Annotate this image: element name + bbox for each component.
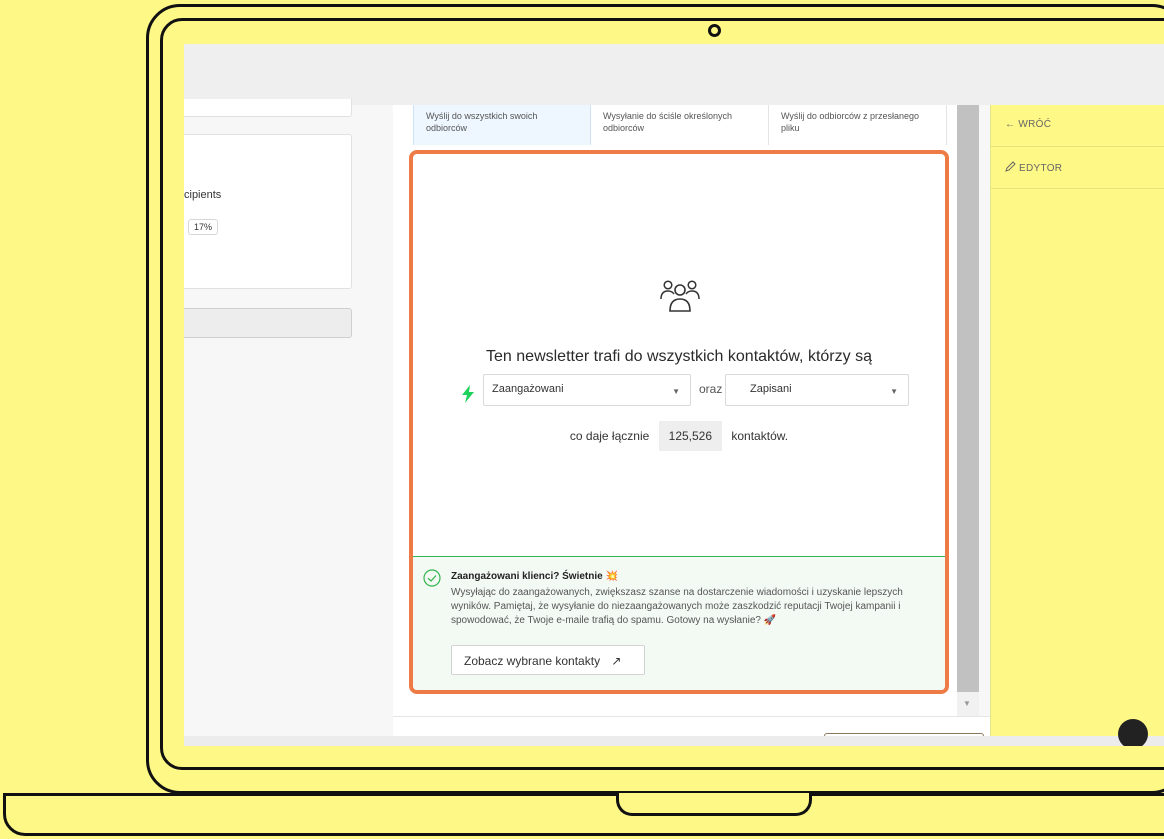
audience-headline: Ten newsletter trafi do wszystkich konta…: [486, 348, 872, 365]
caret-down-icon: ▼: [890, 387, 898, 396]
right-panel: ← WRÓĆ EDYTOR: [990, 105, 1164, 746]
editor-label: EDYTOR: [1019, 163, 1063, 174]
total-contacts-row: co daje łącznie 125,526 kontaktów.: [413, 421, 945, 451]
back-label: ← WRÓĆ: [1005, 119, 1052, 130]
screen: cipients 17% Wyślij do wszystkich swoich…: [184, 44, 1164, 746]
recipient-mode-tabs: Wyślij do wszystkich swoich odbiorców Wy…: [413, 105, 953, 145]
external-arrow-icon: ↗: [611, 654, 622, 668]
subscription-select[interactable]: Zapisani ▼: [725, 374, 909, 406]
engagement-info-box: Zaangażowani klienci? Świetnie 💥 Wysyłaj…: [413, 556, 945, 690]
back-link[interactable]: ← WRÓĆ: [991, 105, 1164, 147]
browser-top-bar: [184, 44, 1164, 105]
left-panel-button[interactable]: [184, 308, 352, 338]
check-circle-icon: [423, 569, 441, 587]
subscription-select-value: Zapisani: [750, 383, 792, 395]
people-group-icon: [660, 280, 700, 312]
pencil-icon: [1005, 161, 1016, 172]
editor-link[interactable]: EDYTOR: [991, 147, 1164, 189]
camera-icon: [708, 24, 721, 37]
explosion-emoji-icon: 💥: [605, 571, 618, 582]
see-selected-contacts-label: Zobacz wybrane kontakty: [464, 654, 601, 668]
lightning-bolt-icon: [462, 385, 474, 403]
info-body: Wysyłając do zaangażowanych, zwiększasz …: [451, 586, 931, 628]
send-all-panel: Ten newsletter trafi do wszystkich konta…: [409, 150, 949, 694]
engagement-select-value: Zaangażowani: [492, 383, 564, 395]
total-contacts-value: 125,526: [658, 421, 723, 451]
left-card-top: [184, 99, 352, 117]
total-suffix: kontaktów.: [731, 429, 789, 443]
recipients-text: cipients: [184, 189, 222, 201]
caret-down-icon: ▼: [672, 387, 680, 396]
info-title: Zaangażowani klienci? Świetnie 💥: [451, 571, 618, 582]
chat-widget-icon[interactable]: [1118, 719, 1148, 746]
screen-bottom-bar: [184, 736, 1164, 746]
left-panel: cipients 17%: [184, 99, 389, 746]
conjunction-label: oraz: [699, 382, 723, 396]
scroll-down-arrow-icon[interactable]: ▼: [963, 699, 971, 708]
tab-send-segment[interactable]: Wysyłanie do ściśle określonych odbiorcó…: [591, 105, 769, 145]
info-body-text: Wysyłając do zaangażowanych, zwiększasz …: [451, 587, 903, 626]
see-selected-contacts-button[interactable]: Zobacz wybrane kontakty ↗: [451, 645, 645, 675]
total-prefix: co daje łącznie: [569, 429, 650, 443]
percent-badge: 17%: [188, 219, 219, 235]
recipient-panel: Wyślij do wszystkich swoich odbiorców Wy…: [393, 105, 958, 746]
tab-send-all[interactable]: Wyślij do wszystkich swoich odbiorców: [413, 105, 591, 145]
laptop-notch: [616, 793, 812, 816]
rocket-emoji-icon: 🚀: [763, 615, 777, 626]
tab-send-file[interactable]: Wyślij do odbiorców z przesłanego pliku: [769, 105, 947, 145]
left-summary-card: [184, 134, 352, 289]
engagement-select[interactable]: Zaangażowani ▼: [483, 374, 691, 406]
info-title-text: Zaangażowani klienci? Świetnie: [451, 571, 603, 582]
laptop-base: [3, 793, 1164, 836]
scrollbar-thumb[interactable]: [957, 105, 979, 716]
